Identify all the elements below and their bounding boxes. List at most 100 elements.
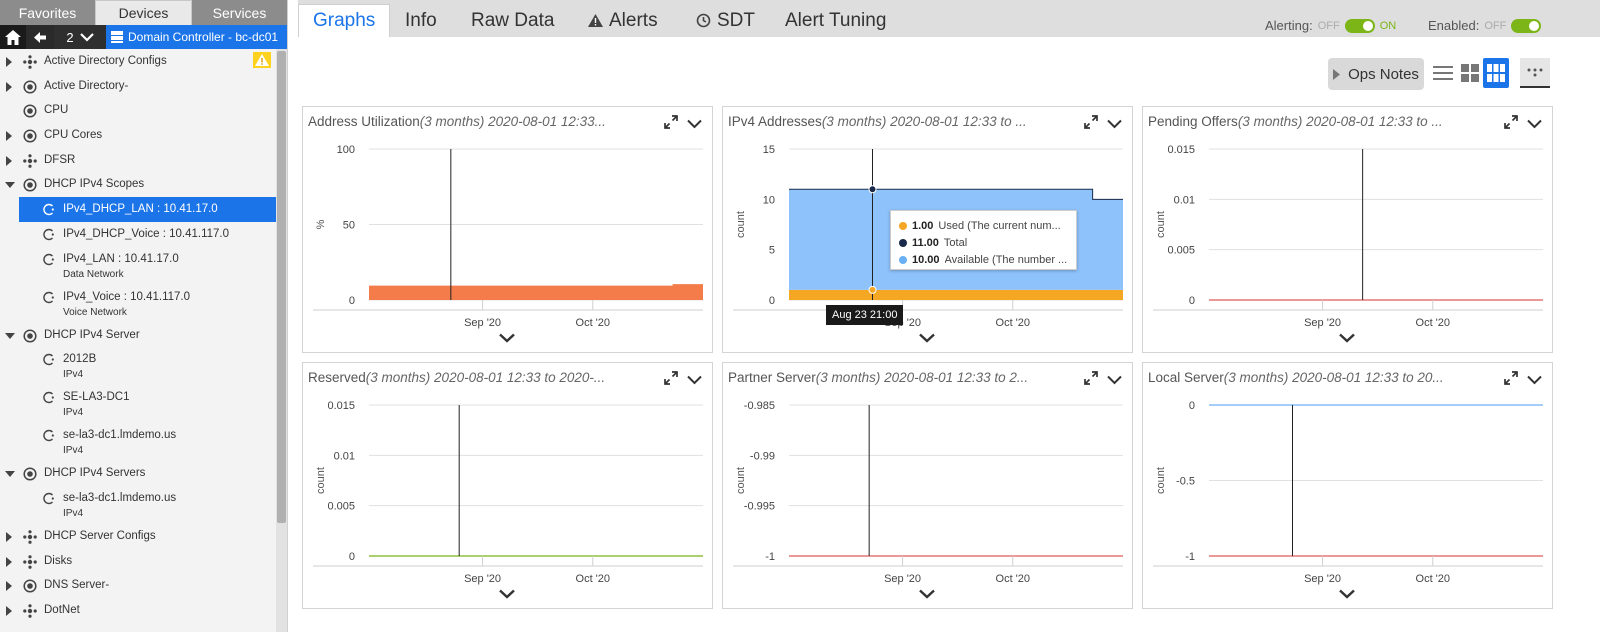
graph-plot[interactable]: 0.015 0.01 0.005 0 count Sep '20 Oct '20: [303, 393, 714, 608]
tree-item[interactable]: DotNet: [0, 598, 276, 623]
tree-item-label: SE-LA3-DC1: [63, 391, 130, 404]
tree-item[interactable]: DNS Server-: [0, 573, 276, 598]
tree-item-icon: [23, 530, 37, 547]
tree-item[interactable]: CPU Cores: [0, 123, 276, 148]
tab-sdt[interactable]: SDT: [696, 4, 755, 37]
tree-item[interactable]: IPv4_DHCP_LAN : 10.41.17.0: [19, 197, 276, 222]
caret-down-icon[interactable]: [5, 332, 15, 339]
history-count: 2: [66, 29, 74, 45]
graph-plot[interactable]: -0.985 -0.99 -0.995 -1 count Sep '20 Oct '20: [723, 393, 1134, 608]
expand-icon[interactable]: [1504, 115, 1518, 134]
caret-right-icon[interactable]: [6, 81, 12, 92]
graph-title-main: Address Utilization: [308, 114, 420, 129]
tab-favorites[interactable]: Favorites: [0, 0, 95, 25]
tree-item-label: IPv4_DHCP_Voice : 10.41.117.0: [63, 227, 230, 240]
expand-icon[interactable]: [1084, 115, 1098, 134]
expand-icon[interactable]: [1504, 371, 1518, 390]
cluster-icon: [23, 55, 37, 69]
tree-item-sublabel: IPv4: [63, 507, 84, 519]
caret-right-icon[interactable]: [6, 131, 12, 142]
tree-item-label: 2012B: [63, 353, 97, 366]
expand-icon[interactable]: [1084, 371, 1098, 390]
caret-right-icon[interactable]: [6, 556, 12, 567]
caret-right-icon[interactable]: [6, 581, 12, 592]
enabled-switch[interactable]: [1511, 18, 1542, 33]
chevron-down-icon[interactable]: [1527, 372, 1542, 390]
tree-item-icon: [23, 579, 37, 596]
caret-right-icon[interactable]: [6, 57, 12, 67]
back-button[interactable]: [26, 25, 54, 49]
y-tick-label: -1: [1185, 551, 1195, 563]
caret-right-icon[interactable]: [6, 531, 12, 542]
y-tick-label: 15: [763, 144, 775, 156]
expand-icon[interactable]: [664, 115, 678, 134]
sidebar-scrollbar-thumb[interactable]: [277, 51, 286, 523]
tab-info-label: Info: [405, 9, 437, 31]
tree-item[interactable]: DHCP IPv4 Server: [0, 323, 276, 348]
datasource-icon: [23, 129, 37, 143]
y-tick-label: -1: [765, 551, 775, 563]
chevron-down-icon[interactable]: [1107, 116, 1122, 134]
tree-item[interactable]: IPv4_Voice : 10.41.117.0 Voice Network: [0, 285, 276, 323]
y-tick-label: -0.995: [744, 501, 775, 513]
tab-graphs[interactable]: Graphs: [298, 4, 391, 37]
tree-item-icon: [23, 153, 37, 171]
tab-services[interactable]: Services: [192, 0, 287, 25]
caret-right-icon[interactable]: [6, 605, 12, 616]
tree-item[interactable]: se-la3-dc1.lmdemo.us IPv4: [0, 423, 276, 461]
graph-options-button[interactable]: [1520, 58, 1550, 88]
tree-item[interactable]: DFSR: [0, 148, 276, 173]
chevron-down-icon[interactable]: [687, 372, 702, 390]
tree-item[interactable]: Disks: [0, 549, 276, 574]
list-view-button[interactable]: [1430, 58, 1456, 88]
expand-icon[interactable]: [664, 371, 678, 390]
tree-item[interactable]: IPv4_LAN : 10.41.17.0 Data Network: [0, 247, 276, 285]
graph-plot[interactable]: 0.015 0.01 0.005 0 count Sep '20 Oct '20: [1143, 137, 1554, 352]
graph-title: Local Server(3 months) 2020-08-01 12:33 …: [1148, 370, 1444, 385]
tree-item[interactable]: DHCP IPv4 Scopes: [0, 172, 276, 197]
resource-nav-bar: 2 Domain Controller - bc-dc01: [0, 25, 287, 49]
warning-icon[interactable]: [253, 52, 271, 71]
tree-item[interactable]: DHCP IPv4 Servers: [0, 461, 276, 486]
tree-item[interactable]: IPv4_DHCP_Voice : 10.41.117.0: [0, 222, 276, 247]
caret-down-icon[interactable]: [5, 471, 15, 478]
two-column-view-button[interactable]: [1457, 58, 1483, 88]
chevron-down-icon[interactable]: [687, 116, 702, 134]
tree-item-icon: [23, 467, 37, 484]
x-tick-label: Oct '20: [996, 573, 1031, 585]
three-column-view-button[interactable]: [1483, 58, 1509, 88]
tree-item[interactable]: se-la3-dc1.lmdemo.us IPv4: [0, 486, 276, 524]
tab-info[interactable]: Info: [405, 4, 437, 37]
tab-devices[interactable]: Devices: [95, 0, 192, 25]
chevron-down-icon[interactable]: [1527, 116, 1542, 134]
tree-item-label: se-la3-dc1.lmdemo.us: [63, 429, 177, 442]
tree-item[interactable]: 2012B IPv4: [0, 347, 276, 385]
tree-item-icon: [42, 253, 55, 269]
tree-item-icon: [42, 353, 55, 369]
caret-right-icon[interactable]: [6, 155, 12, 166]
tab-alert-tuning[interactable]: Alert Tuning: [785, 4, 886, 37]
tree-item[interactable]: Active Directory-: [0, 74, 276, 99]
y-tick-label: 0.005: [1167, 245, 1195, 257]
home-button[interactable]: [0, 25, 26, 49]
tree-item-label: DNS Server-: [44, 579, 110, 592]
tab-alerts[interactable]: Alerts: [588, 4, 658, 37]
tree-item[interactable]: SE-LA3-DC1 IPv4: [0, 385, 276, 423]
y-tick-label: 50: [343, 220, 355, 232]
breadcrumb[interactable]: Domain Controller - bc-dc01: [106, 25, 287, 49]
tree-item-label: Active Directory-: [44, 79, 129, 92]
ops-notes-button[interactable]: Ops Notes: [1328, 58, 1424, 90]
graph-plot[interactable]: 0 -0.5 -1 count Sep '20 Oct '20: [1143, 393, 1554, 608]
tree-item[interactable]: DHCP Server Configs: [0, 524, 276, 549]
tab-raw-data[interactable]: Raw Data: [471, 4, 554, 37]
tree-item-icon: [23, 129, 37, 146]
chevron-down-icon[interactable]: [1107, 372, 1122, 390]
caret-down-icon[interactable]: [5, 182, 15, 189]
graph-plot[interactable]: 100 50 0% Sep '20 Oct '20: [303, 137, 714, 352]
enabled-label: Enabled:: [1428, 18, 1480, 33]
tree-item[interactable]: Active Directory Configs: [0, 49, 276, 74]
chevron-down-icon: [79, 32, 94, 42]
tree-item[interactable]: CPU: [0, 98, 276, 123]
history-count-dropdown[interactable]: 2: [54, 25, 106, 49]
alerting-switch[interactable]: [1344, 18, 1375, 33]
